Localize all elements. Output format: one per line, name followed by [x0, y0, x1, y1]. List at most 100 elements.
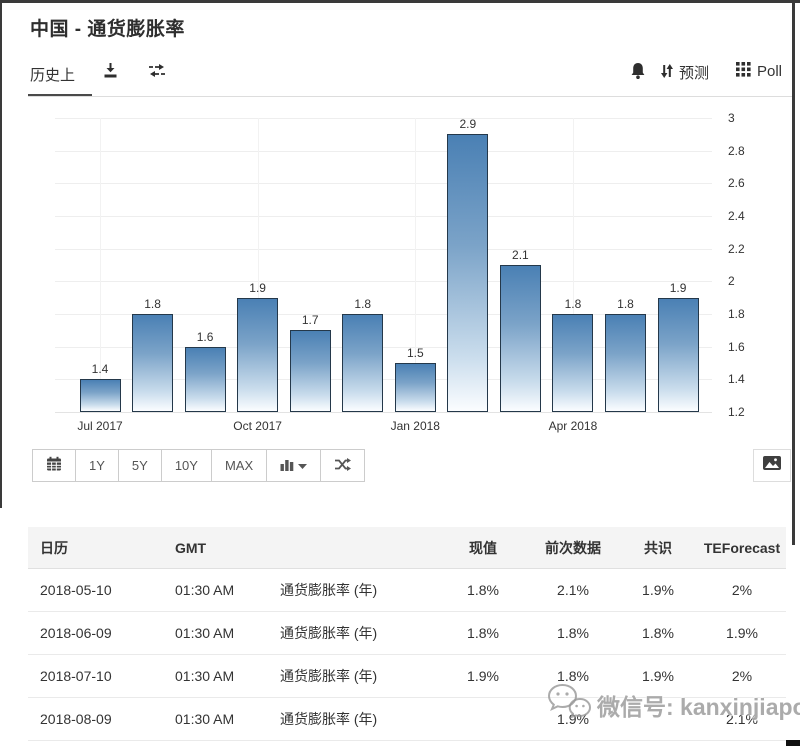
gridline-h	[55, 118, 712, 119]
cell-date: 2018-09-10	[28, 741, 163, 746]
gridline-h	[55, 183, 712, 184]
y-tick-label: 1.2	[728, 405, 768, 419]
x-tick-label: Oct 2017	[213, 419, 303, 433]
column-header-event	[268, 527, 438, 569]
chart-bar	[342, 314, 383, 412]
y-tick-label: 2.8	[728, 144, 768, 158]
download-icon	[102, 62, 119, 84]
cell-previous: 1.9%	[528, 698, 618, 741]
gridline-h	[55, 151, 712, 152]
cell-actual	[438, 741, 528, 746]
bar-value-label: 1.8	[338, 297, 388, 311]
forecast-link[interactable]: 预测	[660, 62, 709, 83]
bar-value-label: 1.4	[75, 362, 125, 376]
x-tick-label: Jan 2018	[370, 419, 460, 433]
shuffle-icon	[334, 457, 351, 475]
range-1y-button[interactable]: 1Y	[75, 449, 119, 482]
image-icon	[763, 456, 781, 475]
cell-teforecast: 2%	[698, 655, 786, 698]
y-tick-label: 3	[728, 111, 768, 125]
cell-previous: 1.8%	[528, 655, 618, 698]
cell-teforecast: 2.2%	[698, 741, 786, 746]
cell-date: 2018-07-10	[28, 655, 163, 698]
bar-value-label: 2.1	[495, 248, 545, 262]
bell-icon	[630, 62, 646, 85]
compare-series-button[interactable]	[320, 449, 365, 482]
y-tick-label: 2.4	[728, 209, 768, 223]
export-image-button[interactable]	[753, 449, 791, 482]
gridline-h	[55, 412, 712, 413]
cell-previous	[528, 741, 618, 746]
gridline-h	[55, 281, 712, 282]
cell-gmt: 01:30 AM	[163, 569, 268, 612]
cell-teforecast: 1.9%	[698, 612, 786, 655]
chart-bar	[185, 347, 226, 412]
caret-down-icon	[298, 458, 307, 473]
column-header-date: 日历	[28, 527, 163, 569]
cell-actual: 1.8%	[438, 612, 528, 655]
calendar-table-header: 日历GMT现值前次数据共识TEForecast	[28, 527, 786, 569]
chart-bar	[132, 314, 173, 412]
chart-bar	[395, 363, 436, 412]
bar-value-label: 1.6	[180, 330, 230, 344]
bar-value-label: 1.9	[233, 281, 283, 295]
cell-event: 通货膨胀率 (年)	[268, 569, 438, 612]
inflation-bar-chart: 1.2 1.4 1.6 1.8 2 2.2 2.4 2.6 2.8 3 Jul 2017 Oct 20…	[0, 105, 800, 445]
y-tick-label: 2	[728, 274, 768, 288]
chart-bar	[552, 314, 593, 412]
y-tick-label: 2.6	[728, 176, 768, 190]
download-button[interactable]	[102, 62, 119, 84]
y-tick-label: 1.6	[728, 340, 768, 354]
cell-event: 通货膨胀率 (年)	[268, 612, 438, 655]
cell-gmt: 01:30 AM	[163, 655, 268, 698]
page-title: 中国 - 通货膨胀率	[30, 14, 185, 41]
table-row: 2018-06-0901:30 AM通货膨胀率 (年)1.8%1.8%1.8%1…	[28, 612, 786, 655]
bar-chart-icon	[280, 457, 294, 474]
cell-previous: 2.1%	[528, 569, 618, 612]
cell-date: 2018-05-10	[28, 569, 163, 612]
bar-value-label: 1.8	[601, 297, 651, 311]
x-tick-label: Jul 2017	[55, 419, 145, 433]
chart-bar	[447, 134, 488, 412]
app-window: 中国 - 通货膨胀率 历史上 预测	[0, 0, 800, 746]
table-row: 2018-05-1001:30 AM通货膨胀率 (年)1.8%2.1%1.9%2…	[28, 569, 786, 612]
x-tick-label: Apr 2018	[528, 419, 618, 433]
compare-button[interactable]	[147, 63, 167, 83]
bar-value-label: 1.8	[128, 297, 178, 311]
calendar-range-button[interactable]	[32, 449, 76, 482]
poll-link[interactable]: Poll	[736, 62, 782, 81]
chart-bar	[605, 314, 646, 412]
table-header-row: 日历GMT现值前次数据共识TEForecast	[28, 527, 786, 569]
cell-consensus	[618, 698, 698, 741]
bar-value-label: 1.5	[390, 346, 440, 360]
tabbar-divider	[28, 96, 792, 97]
chart-bar	[237, 298, 278, 412]
chart-bar	[290, 330, 331, 412]
tab-history[interactable]: 历史上	[30, 64, 75, 85]
table-row: 2018-09-1001:30 AM通货膨胀率 (年) 2.2%	[28, 741, 786, 746]
cell-event: 通货膨胀率 (年)	[268, 741, 438, 746]
y-tick-label: 2.2	[728, 242, 768, 256]
table-row: 2018-07-1001:30 AM通货膨胀率 (年)1.9%1.8%1.9%2…	[28, 655, 786, 698]
y-tick-label: 1.4	[728, 372, 768, 386]
cell-consensus: 1.9%	[618, 569, 698, 612]
gridline-h	[55, 216, 712, 217]
alerts-button[interactable]	[630, 62, 646, 85]
bar-value-label: 1.9	[653, 281, 703, 295]
range-max-button[interactable]: MAX	[211, 449, 267, 482]
cell-gmt: 01:30 AM	[163, 741, 268, 746]
poll-label: Poll	[757, 63, 782, 80]
chart-toolbar: 1Y 5Y 10Y MAX	[32, 449, 365, 482]
column-header-gmt: GMT	[163, 527, 268, 569]
bar-value-label: 1.8	[548, 297, 598, 311]
chart-type-dropdown[interactable]	[266, 449, 321, 482]
table-row: 2018-08-0901:30 AM通货膨胀率 (年)1.9%2.1%	[28, 698, 786, 741]
column-header-teforecast: TEForecast	[698, 527, 786, 569]
range-5y-button[interactable]: 5Y	[118, 449, 162, 482]
chart-bar	[500, 265, 541, 412]
range-10y-button[interactable]: 10Y	[161, 449, 212, 482]
compare-arrows-icon	[147, 63, 167, 83]
cell-date: 2018-08-09	[28, 698, 163, 741]
cell-teforecast: 2.1%	[698, 698, 786, 741]
forecast-label: 预测	[679, 62, 709, 83]
